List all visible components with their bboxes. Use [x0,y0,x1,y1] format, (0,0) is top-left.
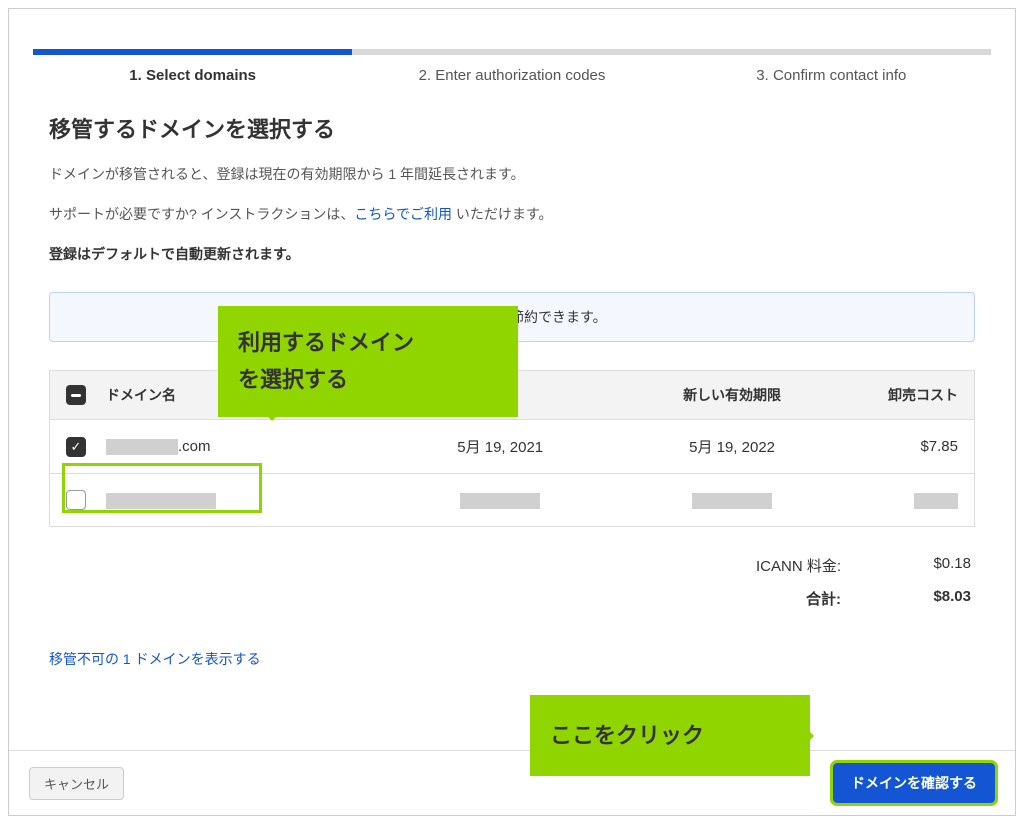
indeterminate-icon [71,394,81,397]
icann-label: ICANN 料金: [701,555,841,576]
row-checkbox[interactable]: ✓ [66,437,86,457]
domain-cell: .com [106,438,384,455]
header-new: 新しい有効期限 [616,385,848,405]
annotation-line2: を選択する [238,361,498,398]
total-value: $8.03 [901,588,971,609]
redacted-domain [106,439,178,455]
cost-cell: $7.85 [848,438,958,455]
progress-segment-3 [672,49,991,55]
grand-total-row: 合計: $8.03 [701,588,971,609]
redacted-value [914,493,958,509]
progress-segment-1 [33,49,352,55]
icann-fee-row: ICANN 料金: $0.18 [701,555,971,576]
new-expiry-cell [616,491,848,508]
annotation-click-here: ここをクリック [530,695,810,776]
auto-renew-note: 登録はデフォルトで自動更新されます。 [49,244,975,264]
total-label: 合計: [701,588,841,609]
icann-value: $0.18 [901,555,971,576]
annotation-line1: 利用するドメイン [238,324,498,361]
annotation-select-domain: 利用するドメイン を選択する [218,306,518,417]
domain-cell [106,491,384,508]
new-expiry-cell: 5月 19, 2022 [616,436,848,457]
content-area: 移管するドメインを選択する ドメインが移管されると、登録は現在の有効期限から 1… [9,84,1015,750]
redacted-value [460,493,540,509]
redacted-value [692,493,772,509]
confirm-domains-button[interactable]: ドメインを確認する [833,763,995,803]
select-all-checkbox[interactable] [66,385,86,405]
annotation-click-text: ここをクリック [550,723,704,748]
totals-section: ICANN 料金: $0.18 合計: $8.03 [49,555,975,609]
domain-suffix: .com [178,438,211,455]
footer-bar: キャンセル ドメインを確認する [9,750,1015,815]
support-suffix: いただけます。 [452,206,553,222]
support-text: サポートが必要ですか? インストラクションは、こちらでご利用 いただけます。 [49,204,975,224]
current-expiry-cell [384,491,616,508]
step-2-label: 2. Enter authorization codes [352,67,671,84]
show-unavailable-link[interactable]: 移管不可の 1 ドメインを表示する [49,649,975,669]
check-icon: ✓ [71,440,82,453]
cancel-button[interactable]: キャンセル [29,767,124,800]
intro-text: ドメインが移管されると、登録は現在の有効期限から 1 年間延長されます。 [49,164,975,184]
step-1-label: 1. Select domains [33,67,352,84]
current-expiry-cell: 5月 19, 2021 [384,436,616,457]
support-prefix: サポートが必要ですか? インストラクションは、 [49,206,354,222]
steps-row: 1. Select domains 2. Enter authorization… [33,67,991,84]
step-3-label: 3. Confirm contact info [672,67,991,84]
progress-segment-2 [352,49,671,55]
redacted-domain [106,493,216,509]
cost-cell [848,491,958,508]
header-cost: 卸売コスト [848,385,958,405]
table-row [50,473,974,526]
progress-bar [33,49,991,55]
table-row: ✓ .com 5月 19, 2021 5月 19, 2022 $7.85 [50,419,974,473]
row-checkbox[interactable] [66,490,86,510]
page-title: 移管するドメインを選択する [49,112,975,144]
instructions-link[interactable]: こちらでご利用 [354,206,452,222]
